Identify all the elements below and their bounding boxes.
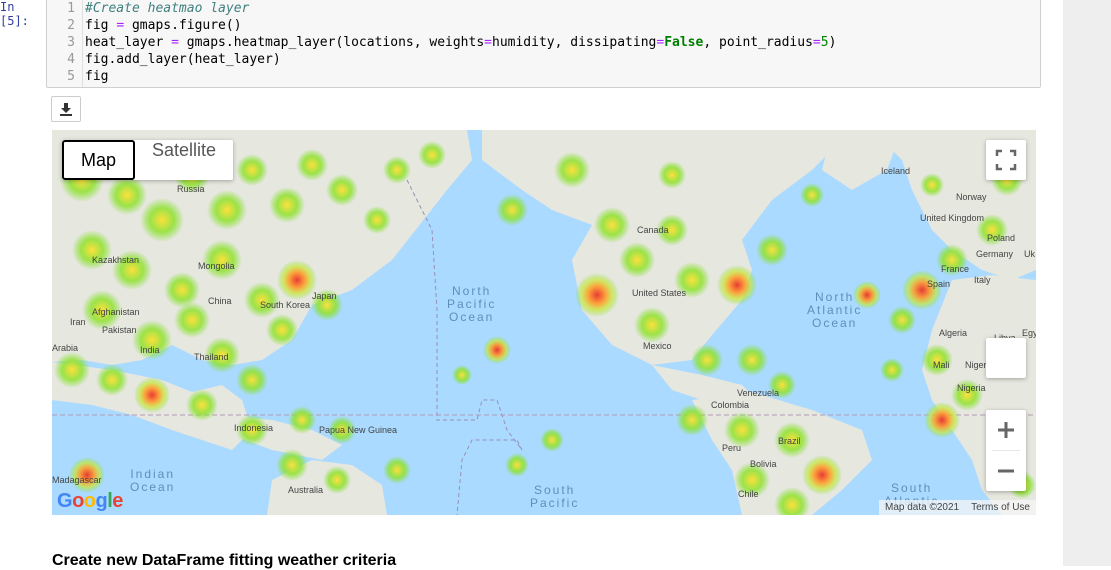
place-label: Madagascar — [52, 475, 102, 485]
code-cell[interactable]: 1 #Create heatmao layer 2 fig = gmaps.figur… — [46, 0, 1041, 88]
place-label: Spain — [927, 279, 951, 289]
line-number: 3 — [67, 35, 75, 50]
place-label: Colombia — [711, 400, 750, 410]
place-label: Norway — [956, 192, 987, 202]
place-label: China — [208, 296, 232, 306]
place-label: Papua New Guinea — [319, 425, 398, 435]
place-label: Nigeria — [957, 383, 986, 393]
place-label: Mexico — [643, 341, 672, 351]
place-label: India — [140, 345, 160, 355]
map-type-map-button[interactable]: Map — [62, 140, 136, 180]
code-text: fig = gmaps.figure() — [85, 18, 242, 33]
place-label: Egy — [1022, 328, 1036, 338]
code-line[interactable]: 2 fig = gmaps.figure() — [47, 17, 1040, 34]
terms-of-use-link[interactable]: Terms of Use — [965, 500, 1036, 515]
right-gutter — [1063, 0, 1111, 566]
section-heading: Create new DataFrame fitting weather cri… — [52, 552, 397, 569]
place-label: Chile — [738, 489, 759, 499]
place-label: Poland — [987, 233, 1016, 243]
code-text: fig.add_layer(heat_layer) — [85, 52, 281, 67]
place-label: France — [941, 264, 970, 274]
map-data-attribution: Map data ©2021 — [885, 502, 960, 513]
place-label: United Kingdom — [920, 213, 985, 223]
plus-icon — [998, 422, 1014, 438]
ocean-label-south-pacific: South Pacific — [530, 483, 580, 510]
place-label: Brazil — [778, 436, 801, 446]
place-label: Niger — [965, 360, 987, 370]
cell-prompt: In [5]: — [0, 0, 29, 28]
line-number: 1 — [67, 1, 75, 16]
zoom-in-button[interactable] — [986, 410, 1026, 450]
place-label: Iran — [70, 317, 86, 327]
place-label: Indonesia — [234, 423, 274, 433]
place-label: Mongolia — [198, 261, 235, 271]
place-label: Arabia — [52, 343, 79, 353]
place-label: Mali — [933, 360, 950, 370]
heatmap-map[interactable]: Russia Kazakhstan Mongolia China South Korea… — [52, 130, 1036, 515]
place-label: Pakistan — [102, 325, 137, 335]
line-number: 4 — [67, 52, 75, 67]
place-label: Uk — [1024, 249, 1035, 259]
code-line[interactable]: 4 fig.add_layer(heat_layer) — [47, 51, 1040, 68]
map-attribution: Map data ©2021 Terms of Use — [879, 500, 1036, 515]
code-text: #Create heatmao layer — [85, 1, 250, 16]
place-label: Japan — [312, 291, 337, 301]
place-label: Italy — [974, 275, 991, 285]
map-type-control: Map Satellite — [62, 140, 234, 180]
place-label: Australia — [288, 485, 324, 495]
map-type-satellite-button[interactable]: Satellite — [135, 140, 233, 180]
place-label: Algeria — [939, 328, 968, 338]
google-logo[interactable]: Google — [57, 490, 123, 513]
place-label: Bolivia — [750, 459, 777, 469]
zoom-out-button[interactable] — [986, 451, 1026, 491]
code-line[interactable]: 1 #Create heatmao layer — [47, 0, 1040, 17]
place-label: Iceland — [881, 166, 911, 176]
place-label: Venezuela — [737, 388, 780, 398]
code-line[interactable]: 5 fig — [47, 68, 1040, 85]
line-number: 5 — [67, 69, 75, 84]
zoom-control — [986, 410, 1026, 491]
place-label: Germany — [976, 249, 1014, 259]
place-label: United States — [632, 288, 687, 298]
code-text: fig — [85, 69, 109, 84]
minus-icon — [998, 469, 1014, 473]
place-label: Peru — [722, 443, 742, 453]
line-number: 2 — [67, 18, 75, 33]
place-label: Canada — [637, 225, 669, 235]
code-text: heat_layer = gmaps.heatmap_layer(locatio… — [85, 35, 837, 50]
place-label: Russia — [177, 184, 205, 194]
place-label: Afghanistan — [92, 307, 140, 317]
download-button[interactable] — [51, 96, 81, 122]
pegman-control[interactable] — [986, 338, 1026, 378]
download-icon — [60, 103, 72, 116]
code-line[interactable]: 3 heat_layer = gmaps.heatmap_layer(locati… — [47, 34, 1040, 51]
place-label: Thailand — [194, 352, 229, 362]
place-label: South Korea — [260, 300, 311, 310]
fullscreen-icon — [995, 149, 1017, 171]
code-editor[interactable]: 1 #Create heatmao layer 2 fig = gmaps.figur… — [47, 0, 1040, 85]
ocean-label-indian: Indian Ocean — [130, 467, 176, 494]
ocean-label-north-pacific: North Pacific Ocean — [447, 284, 497, 324]
ocean-label-north-atlantic: North Atlantic Ocean — [807, 290, 863, 330]
fullscreen-button[interactable] — [986, 140, 1026, 180]
place-label: Kazakhstan — [92, 255, 140, 265]
